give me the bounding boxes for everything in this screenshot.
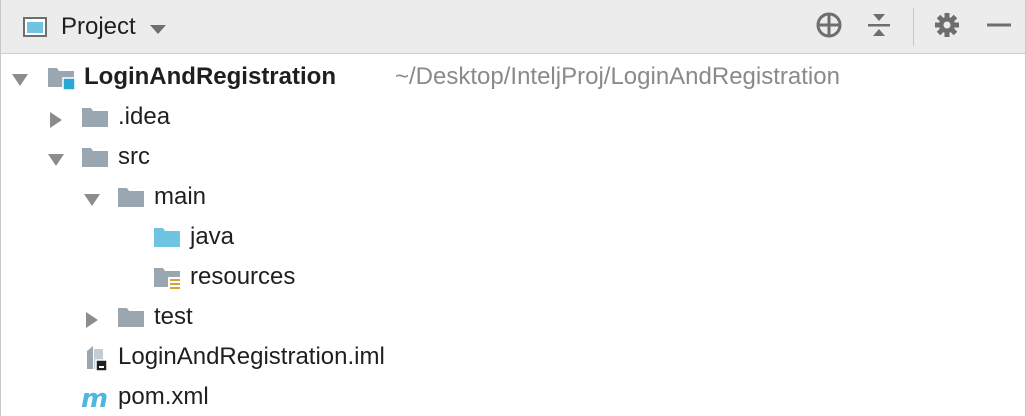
tree-item-label: pom.xml <box>118 383 209 410</box>
tree-item-label: resources <box>190 263 296 290</box>
svg-text:m: m <box>81 385 108 411</box>
minimize-icon <box>986 12 1012 43</box>
tree-item-label: .idea <box>118 103 171 130</box>
gear-icon <box>934 12 960 43</box>
tree-row-src[interactable]: src <box>1 137 1025 177</box>
expanded-arrow-icon[interactable] <box>83 188 101 206</box>
resources-folder-icon <box>153 265 183 291</box>
tree-item-label: LoginAndRegistration.iml <box>118 343 385 370</box>
tree-row-idea[interactable]: .idea <box>1 97 1025 137</box>
toolbar-divider <box>913 8 914 46</box>
tool-window-header: Project <box>1 0 1025 54</box>
project-view-selector[interactable]: Project <box>13 0 166 54</box>
tree-row-iml[interactable]: LoginAndRegistration.iml <box>1 337 1025 377</box>
hide-window-button[interactable] <box>983 11 1015 43</box>
tree-row-main[interactable]: main <box>1 177 1025 217</box>
folder-icon <box>117 305 147 331</box>
tree-row-resources[interactable]: resources <box>1 257 1025 297</box>
caret-down-icon <box>149 22 166 34</box>
maven-icon: m <box>81 384 111 414</box>
view-title: Project <box>61 13 136 40</box>
collapse-all-icon <box>867 12 891 43</box>
project-window-icon <box>23 17 47 37</box>
crosshair-icon <box>815 11 843 44</box>
tree-item-label: main <box>154 183 207 210</box>
collapse-all-button[interactable] <box>863 11 895 43</box>
project-tool-window: Project LoginAndRegistration ~/Desktop/I… <box>0 0 1026 416</box>
root-path: ~/Desktop/InteljProj/LoginAndRegistratio… <box>395 63 840 90</box>
folder-icon <box>81 105 111 131</box>
module-file-icon <box>83 345 113 372</box>
tree-row-root[interactable]: LoginAndRegistration ~/Desktop/InteljPro… <box>1 57 1025 97</box>
folder-icon <box>81 145 111 171</box>
source-folder-icon <box>153 225 183 251</box>
tree-row-test[interactable]: test <box>1 297 1025 337</box>
module-folder-icon <box>47 65 77 91</box>
tree-row-java[interactable]: java <box>1 217 1025 257</box>
settings-button[interactable] <box>931 11 963 43</box>
collapsed-arrow-icon[interactable] <box>83 308 101 328</box>
tree-item-label: java <box>190 223 235 250</box>
expanded-arrow-icon[interactable] <box>47 148 65 166</box>
expanded-arrow-icon[interactable] <box>11 68 29 86</box>
collapsed-arrow-icon[interactable] <box>47 108 65 128</box>
locate-file-button[interactable] <box>813 11 845 43</box>
folder-icon <box>117 185 147 211</box>
tree-item-label: src <box>118 143 150 170</box>
tree-row-pom[interactable]: m pom.xml <box>1 377 1025 416</box>
tree-item-label: test <box>154 303 193 330</box>
root-label: LoginAndRegistration <box>84 63 336 90</box>
